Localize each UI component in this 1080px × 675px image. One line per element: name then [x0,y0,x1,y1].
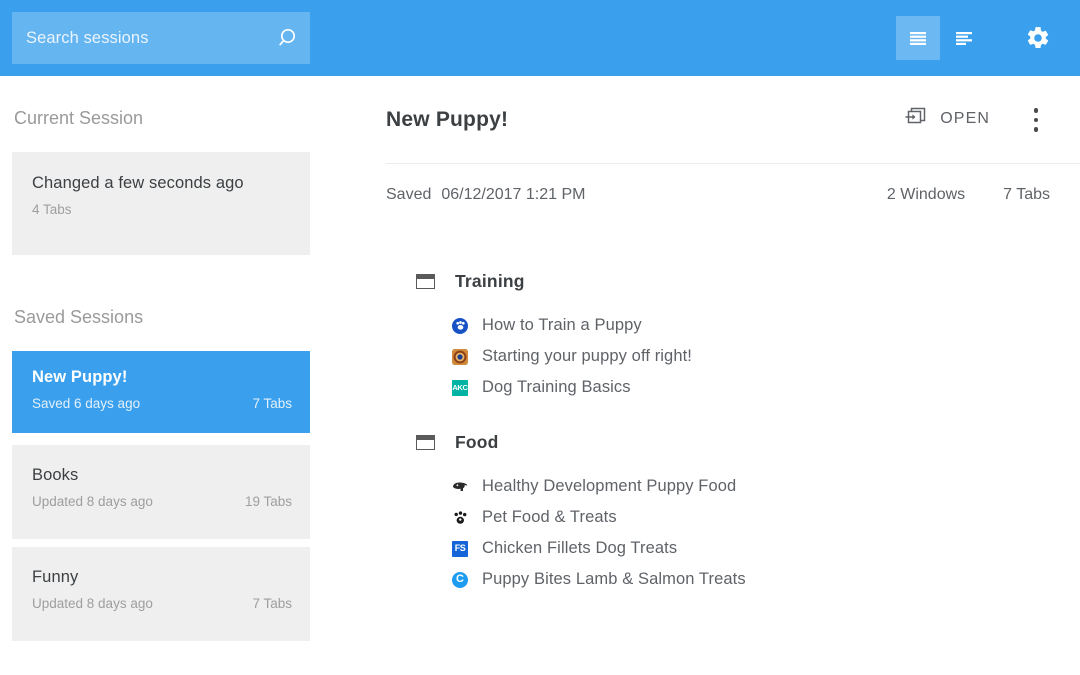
window-group-name: Training [455,270,525,291]
session-tab-count: 7 Tabs [252,396,292,411]
window-group-food: Food Healthy Development Puppy Food Pet … [330,427,1080,595]
tab-row[interactable]: Starting your puppy off right! [330,341,1080,372]
tab-title: Puppy Bites Lamb & Salmon Treats [482,570,746,588]
meta-counts: 2 Windows 7 Tabs [887,186,1050,204]
gear-icon[interactable] [1012,12,1064,64]
view-compact-button[interactable] [896,16,940,60]
page-title: New Puppy! [386,108,509,131]
kebab-menu-icon[interactable] [1020,102,1052,138]
session-title: Funny [32,568,79,586]
browser-window-icon [416,273,435,289]
sidebar-session-books[interactable]: Books Updated 8 days ago 19 Tabs [12,445,310,539]
session-meta-row: Saved 6 days ago 7 Tabs [32,396,292,411]
session-meta-row: Updated 8 days ago 19 Tabs [32,494,292,509]
fs-favicon: FS [452,540,468,557]
topbar-actions [896,0,1064,76]
session-subtitle: Updated 8 days ago [32,596,153,611]
browser-window-icon [416,434,435,450]
window-group-header[interactable]: Training [330,266,1080,296]
tab-row[interactable]: FS Chicken Fillets Dog Treats [330,533,1080,564]
open-session-label: OPEN [940,109,990,127]
kebab-dot [1033,127,1039,132]
current-session-tab-count: 4 Tabs [32,202,72,217]
window-groups: Training How to Train a Puppy Starting y… [330,266,1080,619]
session-tab-count: 19 Tabs [244,494,292,509]
tab-row[interactable]: Pet Food & Treats [330,502,1080,533]
saved-label: Saved [386,186,432,203]
tab-title: Chicken Fillets Dog Treats [482,539,678,557]
open-session-button[interactable]: OPEN [905,106,990,131]
session-subtitle: Saved 6 days ago [32,396,141,411]
session-meta-row: Updated 8 days ago 7 Tabs [32,596,292,611]
kebab-dot [1033,108,1039,113]
tab-list: How to Train a Puppy Starting your puppy [330,310,1080,403]
saved-date: 06/12/2017 1:21 PM [441,186,586,203]
session-title: New Puppy! [32,368,128,386]
c-blue-favicon: C [452,571,468,588]
window-group-header[interactable]: Food [330,427,1080,457]
paw-black-favicon [452,510,468,526]
dog-head-favicon [452,479,468,495]
tab-title: Starting your puppy off right! [482,347,692,365]
search-input[interactable]: Search sessions [12,29,264,48]
tab-row[interactable]: C Puppy Bites Lamb & Salmon Treats [330,564,1080,595]
tab-list: Healthy Development Puppy Food Pet Food … [330,471,1080,595]
main-panel: New Puppy! OPEN Saved 06/12/2017 1:21 PM… [330,76,1080,675]
saved-sessions-heading: Saved Sessions [14,307,144,327]
current-session-title: Changed a few seconds ago [32,174,244,192]
window-group-training: Training How to Train a Puppy Starting y… [330,266,1080,403]
restore-window-icon [905,106,927,131]
view-detailed-button[interactable] [942,16,986,60]
tab-row[interactable]: How to Train a Puppy [330,310,1080,341]
window-group-name: Food [455,431,499,452]
tab-title: How to Train a Puppy [482,316,642,334]
sidebar-session-funny[interactable]: Funny Updated 8 days ago 7 Tabs [12,547,310,641]
header-divider [386,163,1080,164]
session-meta-bar: Saved 06/12/2017 1:21 PM 2 Windows 7 Tab… [386,186,1050,204]
session-title: Books [32,466,79,484]
app-root: Search sessions Current Session Changed … [0,0,1080,675]
sidebar-session-new-puppy[interactable]: New Puppy! Saved 6 days ago 7 Tabs [12,351,310,433]
tab-title: Dog Training Basics [482,378,631,396]
akc-favicon: AKC [452,379,468,396]
tab-row[interactable]: AKC Dog Training Basics [330,372,1080,403]
search-box[interactable]: Search sessions [12,12,310,64]
search-icon[interactable] [264,12,310,64]
window-count: 2 Windows [886,186,966,203]
top-bar: Search sessions [0,0,1080,76]
current-session-card[interactable]: Changed a few seconds ago 4 Tabs [12,152,310,255]
current-session-heading: Current Session [14,108,144,128]
tab-count: 7 Tabs [1003,186,1050,203]
session-tab-count: 7 Tabs [252,596,292,611]
tab-row[interactable]: Healthy Development Puppy Food [330,471,1080,502]
tab-title: Healthy Development Puppy Food [482,477,737,495]
tab-title: Pet Food & Treats [482,508,617,526]
rings-orange-favicon [452,348,468,365]
kebab-dot [1033,117,1039,123]
paw-blue-favicon [452,317,468,334]
session-subtitle: Updated 8 days ago [32,494,153,509]
sidebar: Current Session Changed a few seconds ag… [0,76,330,675]
main-header: New Puppy! OPEN [330,76,1080,163]
